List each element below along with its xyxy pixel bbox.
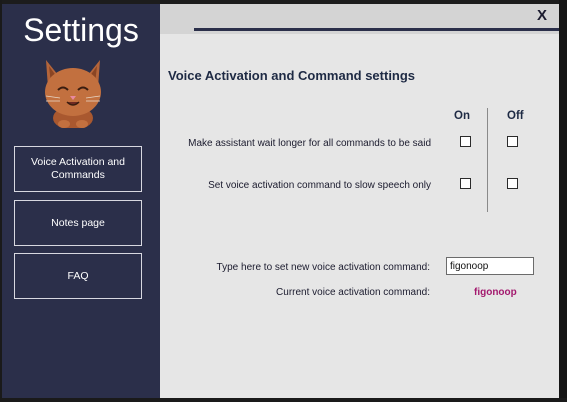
slow-speech-off-checkbox[interactable] (507, 178, 518, 189)
voice-command-input[interactable] (446, 257, 534, 275)
cat-mascot-icon (38, 56, 108, 130)
current-command-label: Current voice activation command: (276, 287, 430, 298)
slow-speech-on-checkbox[interactable] (460, 178, 471, 189)
current-command-value: figonoop (474, 287, 517, 298)
wait-longer-off-checkbox[interactable] (507, 136, 518, 147)
wait-longer-on-checkbox[interactable] (460, 136, 471, 147)
sidebar: Settings Voice Activation and Commands N… (2, 4, 160, 398)
column-header-off: Off (507, 110, 524, 122)
setting-label-slow-speech: Set voice activation command to slow spe… (208, 180, 431, 191)
title-bar: X (160, 4, 559, 34)
column-divider (487, 108, 488, 212)
setting-label-wait-longer: Make assistant wait longer for all comma… (188, 138, 431, 149)
main-panel: X Voice Activation and Command settings … (160, 4, 559, 398)
close-button[interactable]: X (531, 6, 553, 26)
window-frame-bottom (0, 398, 567, 402)
sidebar-item-voice-activation[interactable]: Voice Activation and Commands (14, 146, 142, 192)
sidebar-title: Settings (23, 12, 139, 48)
sidebar-item-label: Voice Activation and Commands (31, 156, 125, 181)
title-bar-underline (194, 28, 559, 31)
sidebar-item-label: FAQ (67, 269, 89, 282)
command-input-label: Type here to set new voice activation co… (216, 262, 430, 273)
window-frame-right (559, 0, 567, 402)
sidebar-item-label: Notes page (51, 216, 105, 229)
section-title: Voice Activation and Command settings (168, 68, 416, 83)
sidebar-item-notes[interactable]: Notes page (14, 200, 142, 246)
column-header-on: On (454, 110, 470, 122)
sidebar-item-faq[interactable]: FAQ (14, 253, 142, 299)
